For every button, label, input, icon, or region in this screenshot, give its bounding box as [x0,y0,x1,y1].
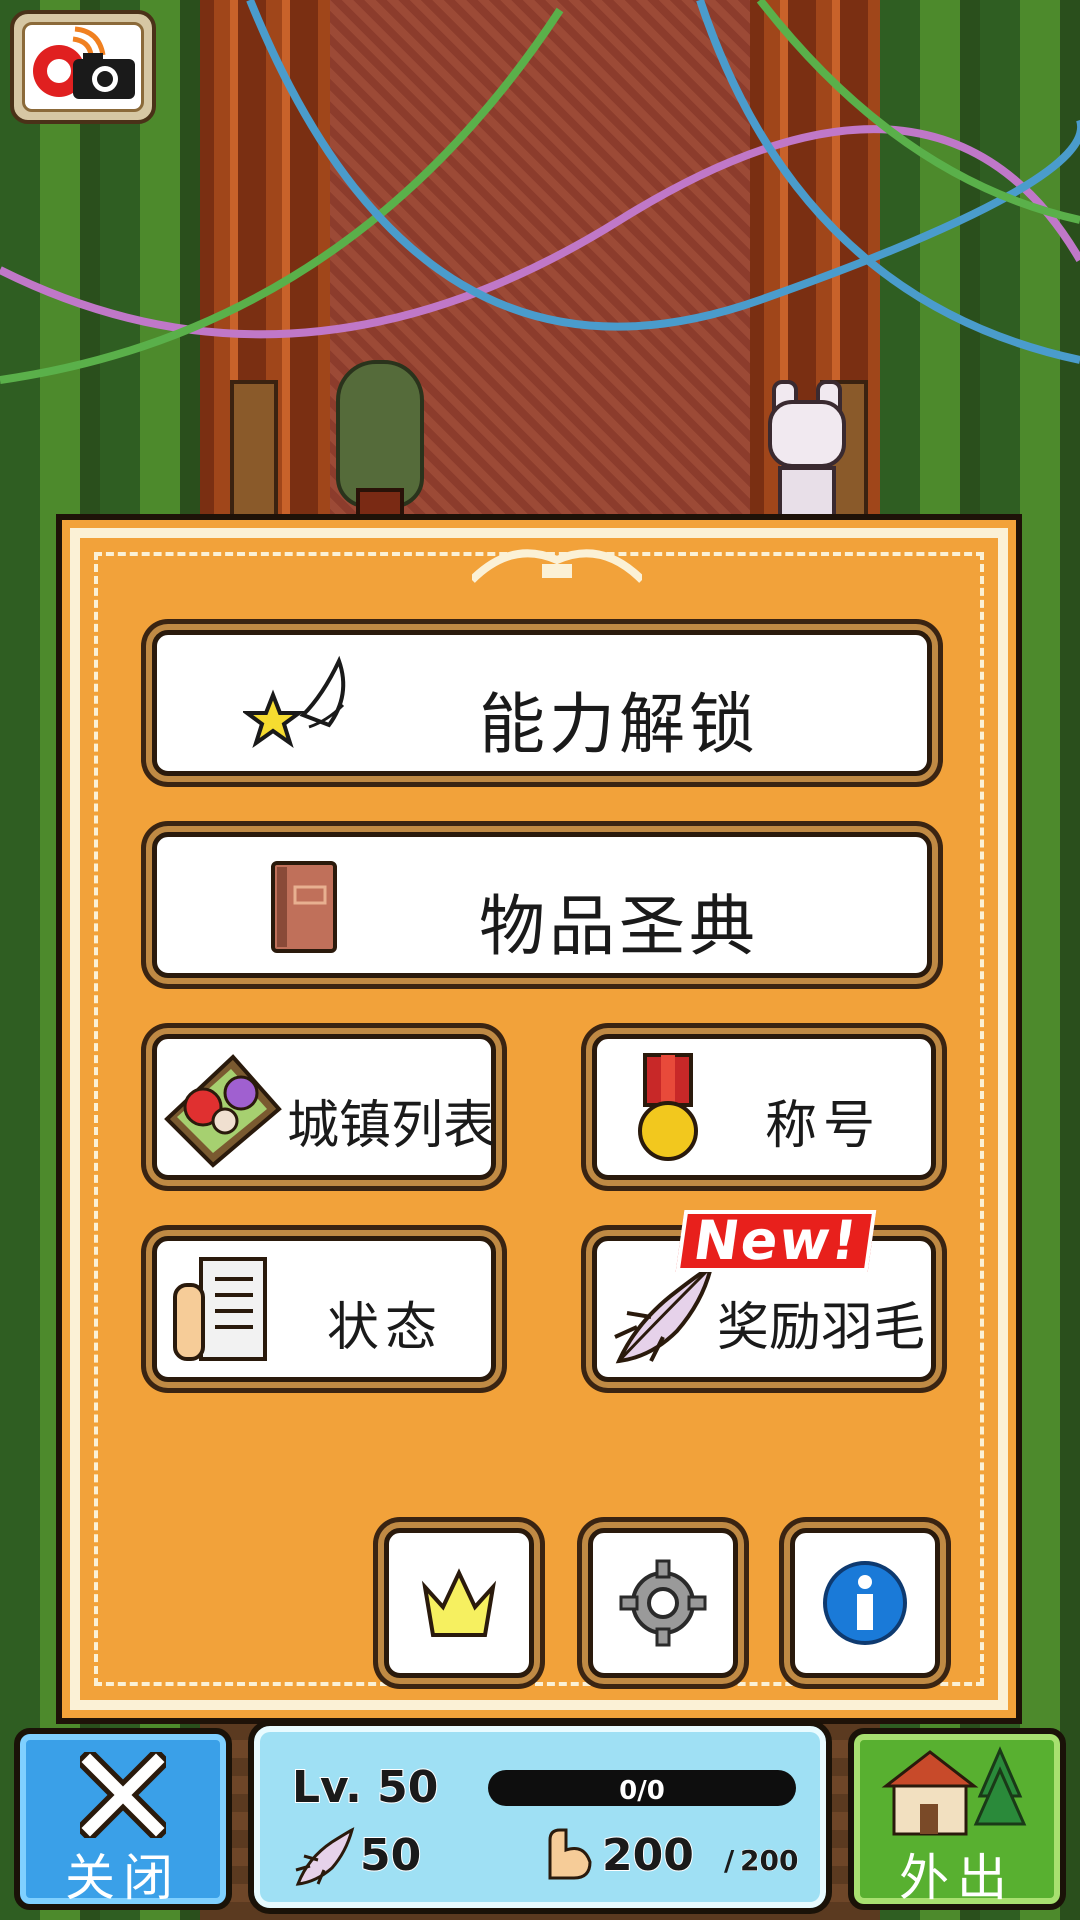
titles-label: 称号 [765,1096,882,1156]
gear-icon [619,1559,707,1647]
info-icon [823,1561,907,1645]
stamina-separator: / [724,1844,735,1877]
town-map-icon [164,1054,282,1168]
close-icon [80,1752,166,1838]
camera-icon [33,26,135,99]
item-encyclopedia-button[interactable]: 物品圣典 [152,832,932,978]
ability-unlock-button[interactable]: 能力解锁 [152,630,932,776]
feather-count: 50 [359,1829,422,1882]
level-text: Lv. 50 [291,1761,439,1814]
go-out-button[interactable]: 外出 [848,1728,1066,1910]
new-badge: New! [675,1209,877,1272]
main-menu-panel: 能力解锁 物品圣典 城镇列表 称号 状态 奖励羽毛 New! [56,514,1022,1724]
document-icon [173,1257,267,1361]
panel-crest-ornament [472,549,642,583]
feather-icon [614,1263,714,1364]
ability-unlock-label: 能力解锁 [479,686,759,763]
titles-button[interactable]: 称号 [592,1034,936,1180]
go-out-label: 外出 [899,1849,1015,1907]
house-icon [881,1746,1027,1836]
crown-icon [421,1568,497,1637]
screenshot-share-button[interactable] [10,10,156,124]
winged-star-icon [243,655,346,749]
stamina-arm-icon [548,1828,592,1880]
player-status-panel: Lv. 50 0/0 50 200 / 200 [248,1720,832,1914]
status-label: 状态 [327,1298,444,1358]
experience-text: 0/0 [619,1776,665,1806]
stamina-max: 200 [739,1844,799,1878]
experience-bar: 0/0 [488,1770,796,1806]
town-list-label: 城镇列表 [287,1096,496,1156]
settings-button[interactable] [588,1528,738,1678]
town-list-button[interactable]: 城镇列表 [152,1034,496,1180]
book-icon [271,861,337,953]
party-bunting [0,0,1080,384]
info-button[interactable] [790,1528,940,1678]
close-button[interactable]: 关闭 [14,1728,232,1910]
item-encyclopedia-label: 物品圣典 [479,888,759,965]
stamina-value: 200 [601,1829,695,1882]
status-button[interactable]: 状态 [152,1236,496,1382]
close-label: 关闭 [65,1849,181,1907]
feather-currency-icon [295,1827,355,1886]
ranking-crown-button[interactable] [384,1528,534,1678]
reward-feathers-label: 奖励羽毛 [717,1298,926,1358]
medal-icon [638,1053,698,1161]
